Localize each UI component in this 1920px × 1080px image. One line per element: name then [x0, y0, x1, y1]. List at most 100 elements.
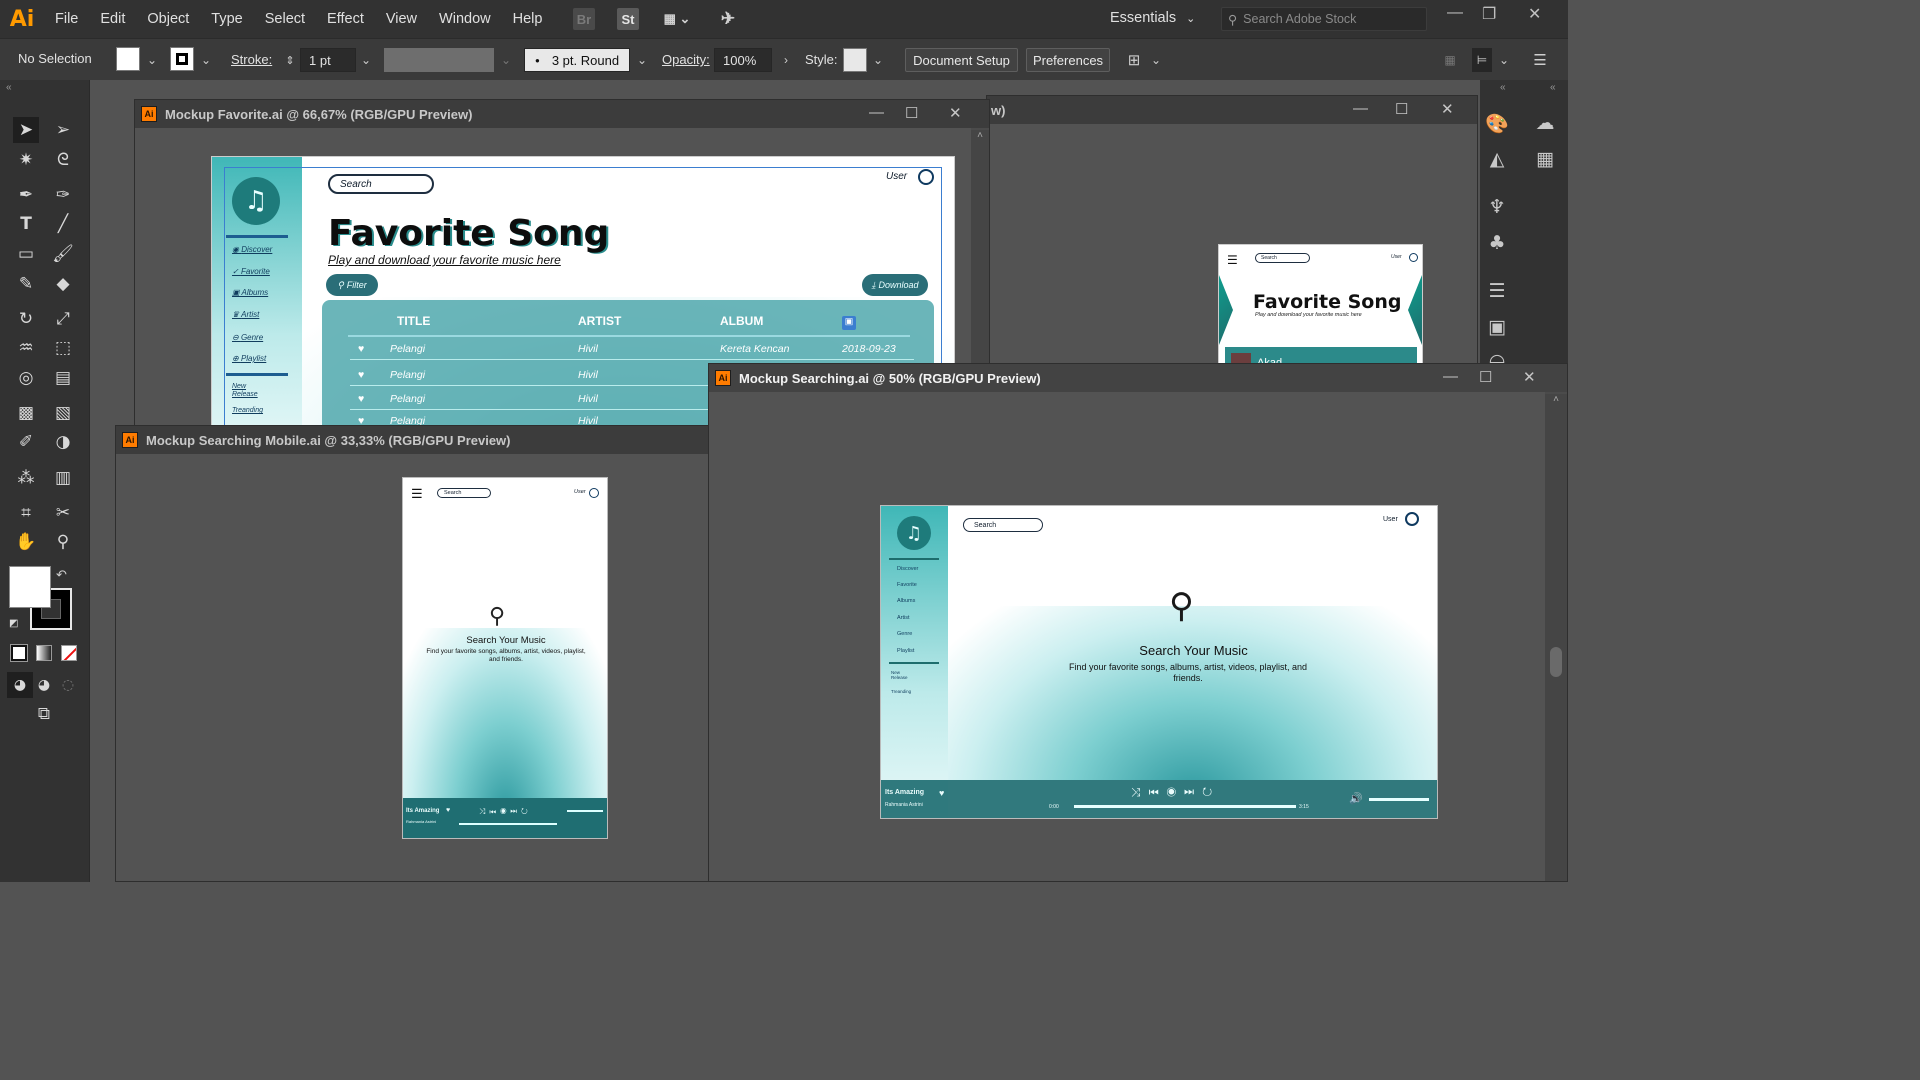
document-tab-mobile[interactable]: Ai Mockup Searching Mobile.ai @ 33,33% (… [116, 426, 712, 454]
free-transform-tool-icon[interactable]: ⬚ [50, 335, 76, 361]
screen-mode-icon[interactable]: ⧉ [31, 701, 57, 727]
scrollbar-thumb[interactable] [1550, 647, 1562, 677]
brush-definition-field[interactable]: ● 3 pt. Round [524, 48, 630, 72]
shaper-tool-icon[interactable]: ✎ [13, 271, 39, 297]
minimize-icon[interactable]: — [1443, 368, 1458, 385]
gradient-tool-icon[interactable]: ▧ [50, 400, 76, 426]
align-icon[interactable]: ⊞ [1124, 48, 1144, 72]
document-window-hidden[interactable]: w) — ☐ ✕ ☰ Search User Favorite Song Pla… [986, 95, 1478, 385]
stroke-stepper-icon[interactable]: ⇕ [280, 48, 300, 72]
bridge-button[interactable]: Br [573, 8, 595, 30]
graphic-style-swatch[interactable] [843, 48, 867, 72]
appearance-panel-icon[interactable]: ▦ [1532, 146, 1558, 172]
zoom-tool-icon[interactable]: ⚲ [50, 529, 76, 555]
document-tab-searching[interactable]: Ai Mockup Searching.ai @ 50% (RGB/GPU Pr… [709, 364, 1567, 392]
libraries-panel-icon[interactable]: ☁ [1532, 110, 1558, 136]
transform-chevron-icon[interactable]: ⌄ [1494, 48, 1514, 72]
opacity-input[interactable]: 100% [714, 48, 772, 72]
slice-tool-icon[interactable]: ✂ [50, 500, 76, 526]
expand-panel-right-icon[interactable]: « [1550, 82, 1556, 93]
eraser-tool-icon[interactable]: ◆ [50, 271, 76, 297]
document-tab-favorite[interactable]: Ai Mockup Favorite.ai @ 66,67% (RGB/GPU … [135, 100, 989, 128]
menu-edit[interactable]: Edit [89, 11, 136, 27]
menu-effect[interactable]: Effect [316, 11, 375, 27]
gpu-performance-icon[interactable]: ✈ [717, 8, 739, 30]
minimize-icon[interactable]: — [869, 104, 884, 121]
document-canvas[interactable]: ☰ Search User ⚲ Search Your Music Find y… [116, 454, 712, 881]
draw-inside-icon[interactable]: ◌ [55, 672, 81, 698]
restore-icon[interactable]: ❐ [1482, 4, 1496, 24]
paintbrush-tool-icon[interactable]: 🖌 [50, 241, 76, 267]
stroke-weight-chevron-icon[interactable]: ⌄ [356, 48, 376, 72]
brush-chevron-icon[interactable]: ⌄ [632, 48, 652, 72]
variable-width-profile[interactable] [384, 48, 494, 72]
symbols-panel-icon[interactable]: ♣ [1484, 230, 1510, 256]
close-icon[interactable]: ✕ [1523, 368, 1536, 386]
document-setup-button[interactable]: Document Setup [905, 48, 1018, 72]
stroke-weight-input[interactable]: 1 pt [300, 48, 356, 72]
opacity-label[interactable]: Opacity: [662, 52, 710, 67]
stock-button[interactable]: St [617, 8, 639, 30]
stock-search-field[interactable]: ⚲ Search Adobe Stock [1221, 7, 1427, 31]
transform-icon[interactable]: ⊨ [1472, 48, 1492, 72]
direct-selection-tool-icon[interactable]: ➢ [50, 117, 76, 143]
lasso-tool-icon[interactable]: ᘓ [50, 147, 76, 173]
restore-icon[interactable]: ☐ [1479, 368, 1492, 386]
menu-view[interactable]: View [375, 11, 428, 27]
draw-normal-icon[interactable]: ◕ [7, 672, 33, 698]
curvature-tool-icon[interactable]: ✑ [50, 182, 76, 208]
vertical-scrollbar[interactable]: ˄ [1545, 394, 1567, 881]
menu-help[interactable]: Help [502, 11, 554, 27]
document-window-searching[interactable]: Ai Mockup Searching.ai @ 50% (RGB/GPU Pr… [708, 363, 1568, 882]
gradient-panel-icon[interactable]: ▣ [1484, 314, 1510, 340]
perspective-grid-tool-icon[interactable]: ▤ [50, 365, 76, 391]
profile-chevron-icon[interactable]: ⌄ [496, 48, 516, 72]
menu-object[interactable]: Object [136, 11, 200, 27]
document-canvas[interactable]: ♫ Discover Favorite Albums Artist Genre … [709, 392, 1545, 881]
magic-wand-tool-icon[interactable]: ✷ [13, 147, 39, 173]
minimize-icon[interactable]: — [1447, 4, 1463, 22]
eyedropper-tool-icon[interactable]: ✐ [13, 429, 39, 455]
preferences-button[interactable]: Preferences [1026, 48, 1110, 72]
close-icon[interactable]: ✕ [1528, 4, 1541, 24]
rectangle-tool-icon[interactable]: ▭ [13, 241, 39, 267]
document-window-mobile[interactable]: Ai Mockup Searching Mobile.ai @ 33,33% (… [115, 425, 713, 882]
artboard-tool-icon[interactable]: ⌗ [13, 500, 39, 526]
menu-window[interactable]: Window [428, 11, 502, 27]
align-chevron-icon[interactable]: ⌄ [1146, 48, 1166, 72]
mesh-tool-icon[interactable]: ▩ [13, 400, 39, 426]
symbol-sprayer-tool-icon[interactable]: ⁂ [13, 465, 39, 491]
fill-swatch[interactable] [116, 47, 140, 71]
document-canvas[interactable]: ☰ Search User Favorite Song Play and dow… [987, 124, 1477, 384]
close-icon[interactable]: ✕ [1441, 100, 1454, 118]
fill-color-box[interactable] [9, 566, 51, 608]
blend-tool-icon[interactable]: ◑ [50, 429, 76, 455]
menu-type[interactable]: Type [200, 11, 253, 27]
restore-icon[interactable]: ☐ [905, 104, 918, 122]
style-chevron-icon[interactable]: ⌄ [868, 48, 888, 72]
draw-behind-icon[interactable]: ◕ [31, 672, 57, 698]
color-panel-icon[interactable]: 🎨 [1484, 110, 1510, 136]
line-segment-tool-icon[interactable]: ╱ [50, 211, 76, 237]
stroke-dropdown-chevron-icon[interactable]: ⌄ [196, 48, 216, 72]
menu-file[interactable]: File [44, 11, 89, 27]
close-icon[interactable]: ✕ [949, 104, 962, 122]
gradient-mode-icon[interactable] [36, 645, 52, 661]
pen-tool-icon[interactable]: ✒ [13, 182, 39, 208]
stroke-panel-icon[interactable]: ☰ [1484, 278, 1510, 304]
collapse-panel-icon[interactable]: « [6, 82, 12, 93]
minimize-icon[interactable]: — [1353, 100, 1368, 117]
isolate-icon[interactable]: ▦ [1440, 48, 1460, 72]
type-tool-icon[interactable]: T [13, 211, 39, 237]
brushes-panel-icon[interactable]: ♆ [1484, 194, 1510, 220]
workspace-switcher[interactable]: Essentials ⌄ [1110, 10, 1195, 26]
expand-panel-left-icon[interactable]: « [1500, 82, 1506, 93]
fill-dropdown-chevron-icon[interactable]: ⌄ [142, 48, 162, 72]
menu-select[interactable]: Select [254, 11, 316, 27]
scale-tool-icon[interactable]: ⤢ [50, 306, 76, 332]
none-mode-icon[interactable] [61, 645, 77, 661]
stroke-swatch[interactable] [170, 47, 194, 71]
color-mode-icon[interactable] [11, 645, 27, 661]
selection-tool-icon[interactable]: ➤ [13, 117, 39, 143]
warp-tool-icon[interactable]: ♒ [13, 335, 39, 361]
